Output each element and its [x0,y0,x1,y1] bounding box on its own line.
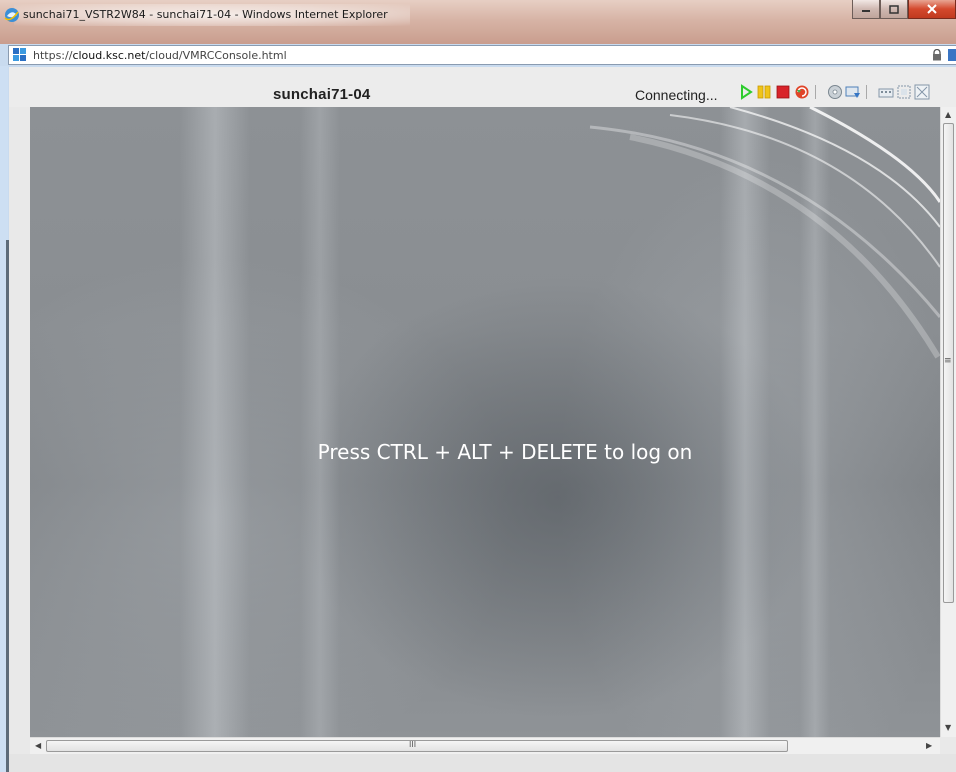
url-host: cloud.ksc.net [72,49,146,62]
vertical-scrollbar[interactable]: ▲ ≡ ▼ [940,107,956,737]
address-bar[interactable]: https://cloud.ksc.net/cloud/VMRCConsole.… [8,45,956,65]
ie-icon [4,8,19,22]
horizontal-scroll-thumb[interactable] [46,740,788,752]
console-bottom-strip [9,754,956,772]
scroll-up-icon[interactable]: ▲ [945,111,951,119]
background-streak [300,107,340,737]
toolbar-separator [815,85,816,99]
send-keys-icon[interactable] [845,84,861,100]
scroll-left-icon[interactable]: ◀ [35,742,41,750]
url-path: /cloud/VMRCConsole.html [145,49,287,62]
vmrc-console: sunchai71-04 Connecting... Press CTRL + … [9,67,956,772]
keyboard-icon[interactable] [878,84,894,100]
reset-icon[interactable] [794,84,810,100]
window-controls [852,0,956,20]
address-url: https://cloud.ksc.net/cloud/VMRCConsole.… [33,49,287,62]
console-toolbar: sunchai71-04 Connecting... [9,67,956,107]
logon-prompt: Press CTRL + ALT + DELETE to log on [317,440,693,464]
background-streak [180,107,250,737]
disc-icon[interactable] [827,84,843,100]
compat-view-icon[interactable] [948,49,956,61]
close-icon [927,4,937,14]
scroll-down-icon[interactable]: ▼ [945,724,951,732]
horizontal-scrollbar[interactable]: ◀ III ▶ [30,737,940,754]
lock-icon[interactable] [932,49,942,61]
fullscreen-icon[interactable] [914,84,930,100]
scroll-right-icon[interactable]: ▶ [926,742,932,750]
pause-icon[interactable] [756,84,772,100]
toolbar-separator [866,85,867,99]
maximize-button[interactable] [880,0,908,19]
window-title: sunchai71_VSTR2W84 - sunchai71-04 - Wind… [23,8,388,21]
fit-window-icon[interactable] [896,84,912,100]
minimize-button[interactable] [852,0,880,19]
stop-icon[interactable] [775,84,791,100]
vm-screen[interactable]: Press CTRL + ALT + DELETE to log on [30,107,940,737]
minimize-icon [862,10,870,12]
vm-name: sunchai71-04 [273,86,371,103]
vertical-grip: ≡ [944,356,952,366]
play-icon[interactable] [738,84,754,100]
title-bar: sunchai71_VSTR2W84 - sunchai71-04 - Wind… [0,0,956,44]
horizontal-grip: III [409,740,417,749]
url-prefix: https:// [33,49,73,62]
site-icon [13,48,26,61]
maximize-icon [889,4,899,14]
connection-status: Connecting... [635,87,718,103]
close-button[interactable] [908,0,956,19]
light-swirl [589,107,940,359]
